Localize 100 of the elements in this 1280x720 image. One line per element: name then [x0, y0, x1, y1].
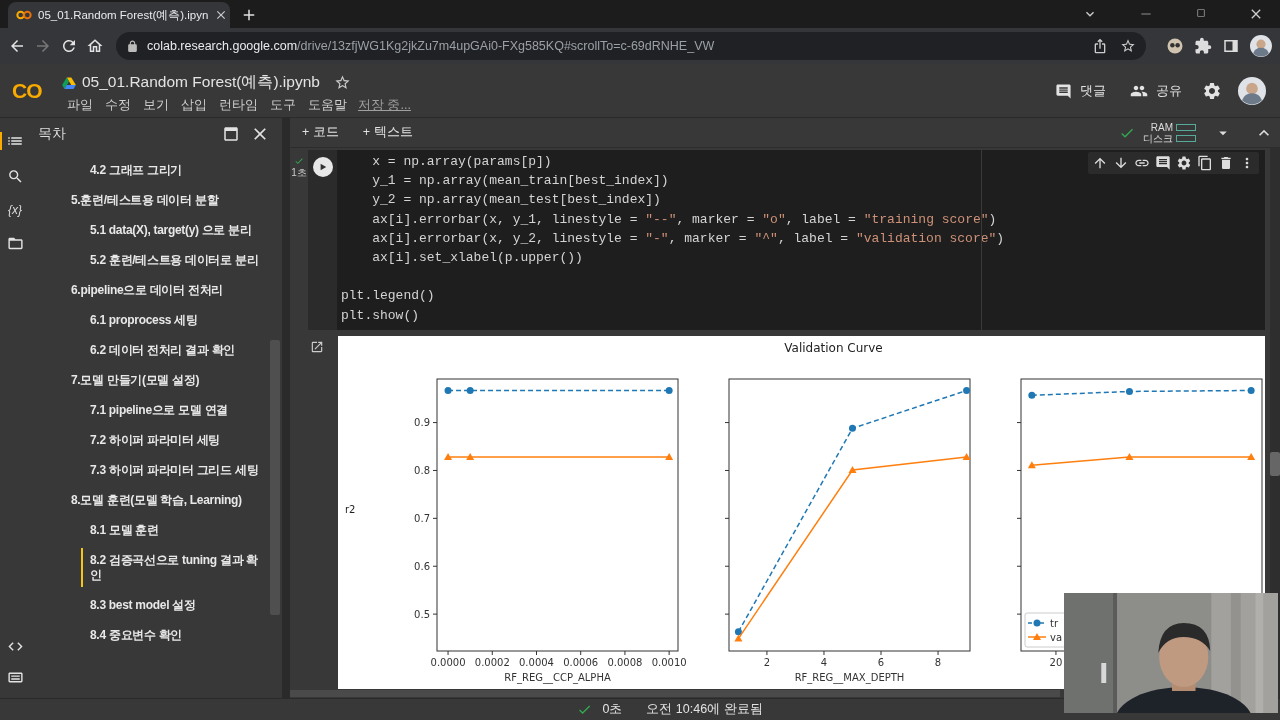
scrollbar-thumb[interactable]	[1270, 452, 1280, 476]
toc-item[interactable]: 8.모델 훈련(모델 학습, Learning)	[30, 485, 270, 515]
code-line: ax[i].errorbar(x, y_2, linestyle = "-", marker = "^", label = "validation score")	[371, 229, 1005, 248]
tick-label: 0.7	[414, 512, 430, 524]
toc-item[interactable]: 8.4 중요변수 확인	[30, 620, 270, 650]
status-message: 오전 10:46에 완료됨	[646, 701, 763, 718]
menu-item[interactable]: 보기	[138, 95, 174, 116]
toc-item[interactable]: 7.모델 만들기(모델 설정)	[30, 365, 270, 395]
extension-icon[interactable]	[1166, 37, 1184, 55]
toc-item[interactable]: 4.2 그래프 그리기	[30, 155, 270, 185]
share-button[interactable]: 공유	[1126, 82, 1186, 100]
tick-label: 4	[820, 657, 828, 668]
toc-item[interactable]: 7.3 하이퍼 파라미터 그리드 세팅	[30, 455, 270, 485]
code-editor[interactable]	[337, 150, 1265, 330]
browser-tab[interactable]: 05_01.Random Forest(예측).ipyn	[8, 2, 230, 28]
copy-icon[interactable]	[1197, 155, 1213, 171]
reload-icon[interactable]	[60, 37, 78, 55]
output-icon[interactable]	[310, 340, 324, 354]
resources-button[interactable]: RAM 디스크	[1143, 121, 1196, 144]
star-icon[interactable]	[333, 74, 351, 91]
toc-item[interactable]: 6.1 proprocess 세팅	[30, 305, 270, 335]
tick-label: 0.0006	[563, 657, 599, 668]
menu-item[interactable]: 도움말	[303, 95, 352, 116]
window-icon[interactable]	[222, 125, 240, 143]
comment-button[interactable]: 댓글	[1051, 82, 1110, 100]
drive-icon[interactable]	[62, 76, 76, 89]
notebook-title[interactable]: 05_01.Random Forest(예측).ipynb	[82, 72, 320, 93]
side-panel-icon[interactable]	[1222, 37, 1240, 55]
arrow-down-icon[interactable]	[1113, 155, 1129, 171]
save-status: 저장 중...	[358, 97, 411, 114]
share-icon[interactable]	[1092, 38, 1108, 54]
menu-item[interactable]: 런타임	[214, 95, 263, 116]
tick-label: 8	[934, 657, 942, 668]
tick-mark	[724, 469, 730, 471]
check-icon	[294, 156, 304, 166]
comment-icon[interactable]	[1155, 155, 1171, 171]
code-line: ax[i].errorbar(x, y_1, linestyle = "--", marker = "o", label = "training score")	[371, 210, 997, 229]
toc-item[interactable]: 8.3 best model 설정	[30, 590, 270, 620]
code-line: y_1 = np.array(mean_train[best_index])	[371, 172, 669, 191]
toc-item[interactable]: 7.2 하이퍼 파라미터 세팅	[30, 425, 270, 455]
data-point	[1125, 453, 1134, 461]
add-text-button[interactable]: + 텍스트	[356, 123, 419, 142]
axis-label: RF_REG__MAX_DEPTH	[794, 672, 905, 683]
play-icon	[318, 163, 327, 171]
tick-label: 0.0004	[519, 657, 554, 668]
tick-mark	[724, 613, 730, 615]
tick-label: 0.5	[414, 608, 430, 620]
toc-item[interactable]: 8.1 모델 훈련	[30, 515, 270, 545]
menu-item[interactable]: 수정	[100, 95, 136, 116]
address-bar[interactable]: colab.research.google.com/drive/13zfjWG1Kg2jkZu7m4upGAi0-FXg585KQ#scrollTo=c-69dRNHE_VW	[116, 32, 1146, 60]
home-icon[interactable]	[86, 37, 104, 55]
run-button[interactable]	[312, 157, 333, 177]
toc-item[interactable]: 5.훈련/테스트용 데이터 분할	[30, 185, 270, 215]
data-point	[444, 453, 453, 461]
run-time: 0초	[602, 701, 623, 718]
search-icon[interactable]	[6, 168, 24, 185]
code-line: ax[i].set_xlabel(p.upper())	[371, 249, 583, 267]
tick-mark	[432, 613, 438, 615]
tick-label: 6	[877, 657, 885, 668]
variables-tab[interactable]: {x}	[8, 203, 22, 217]
arrow-up-icon[interactable]	[1092, 155, 1108, 171]
tick-label: 0.0010	[651, 657, 687, 668]
toc-item[interactable]: 6.pipeline으로 데이터 전처리	[30, 275, 270, 305]
tick-label: 0.9	[414, 417, 430, 429]
avatar-icon[interactable]	[1250, 35, 1272, 57]
tick-mark	[447, 650, 449, 656]
tick-mark	[668, 650, 670, 656]
data-point	[1247, 453, 1256, 461]
star-icon[interactable]	[1120, 38, 1136, 54]
add-code-button[interactable]: + 코드	[296, 123, 345, 142]
data-point	[963, 387, 971, 394]
toc-item[interactable]: 5.1 data(X), target(y) 으로 분리	[30, 215, 270, 245]
tick-label: 0.0008	[607, 657, 643, 668]
menu-item[interactable]: 도구	[265, 95, 301, 116]
data-point	[466, 387, 474, 394]
settings-icon[interactable]	[1202, 81, 1222, 101]
colab-logo[interactable]: CO	[12, 79, 58, 103]
data-point	[848, 466, 857, 473]
menu-item[interactable]: 삽입	[176, 95, 212, 116]
axis-label: r2	[344, 504, 357, 515]
tick-mark	[536, 650, 537, 656]
trash-icon[interactable]	[1218, 155, 1234, 171]
data-point	[444, 387, 452, 394]
toc-item[interactable]: 5.2 훈련/테스트용 데이터로 분리	[30, 245, 270, 275]
forward-icon[interactable]	[34, 37, 52, 55]
rings-icon	[16, 10, 32, 20]
toc-item[interactable]: 7.1 pipeline으로 모델 연결	[30, 395, 270, 425]
menu-item[interactable]: 파일	[62, 95, 98, 116]
puzzle-icon[interactable]	[1194, 37, 1212, 55]
tick-mark	[432, 565, 438, 567]
data-point	[665, 453, 674, 461]
avatar-icon[interactable]	[1238, 77, 1266, 105]
tick-mark	[432, 517, 438, 519]
folder-icon[interactable]	[6, 235, 24, 252]
data-point	[665, 387, 673, 394]
settings-icon[interactable]	[1176, 155, 1192, 171]
tick-label: 0.0000	[430, 657, 466, 668]
tick-label: 20	[1049, 657, 1063, 668]
scrollbar[interactable]	[290, 690, 1060, 697]
toc-item[interactable]: 6.2 데이터 전처리 결과 확인	[30, 335, 270, 365]
